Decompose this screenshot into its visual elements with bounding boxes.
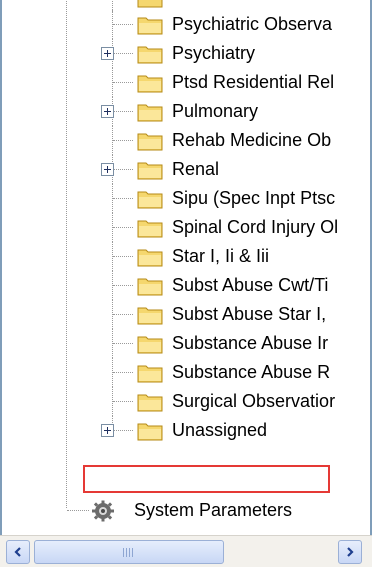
tree-item[interactable]: Unassigned (0, 416, 372, 445)
tree-connector (113, 227, 133, 228)
thumb-grip (123, 548, 124, 557)
tree-connector (67, 510, 89, 511)
folder-icon (137, 220, 163, 238)
tree-connector (113, 343, 133, 344)
tree-parent-connector (66, 0, 67, 508)
tree-connector (113, 53, 133, 54)
arrow-right-icon (347, 547, 354, 557)
tree-item-label: Renal (172, 159, 220, 179)
thumb-grip (129, 548, 130, 557)
scrollbar-thumb[interactable] (34, 540, 224, 564)
tree-connector (113, 285, 133, 286)
folder-icon (137, 191, 163, 209)
tree-item-label: Surgical Observatior (172, 391, 336, 411)
folder-icon (137, 104, 163, 122)
thumb-grip (132, 548, 133, 557)
scroll-left-button[interactable] (6, 540, 30, 564)
tree-item-label: Ptsd Residential Rel (172, 72, 335, 92)
folder-icon (137, 423, 163, 441)
tree-item-label: Unassigned (172, 420, 268, 440)
plus-expander-icon[interactable] (101, 424, 114, 437)
folder-icon (137, 365, 163, 383)
plus-expander-icon[interactable] (101, 105, 114, 118)
tree-connector (113, 372, 133, 373)
tree-connector (113, 430, 133, 431)
folder-icon (137, 336, 163, 354)
tree-item[interactable]: Renal (0, 155, 372, 184)
folder-icon (137, 133, 163, 151)
tree-item[interactable]: Ptsd Residential Rel (0, 68, 372, 97)
folder-icon (137, 307, 163, 325)
tree-item-label: Rehab Medicine Ob (172, 130, 332, 150)
tree-item-label: Pulmonary (172, 101, 259, 121)
tree-connector (113, 24, 133, 25)
tree-connector (113, 256, 133, 257)
tree-item[interactable]: Surgical Observatior (0, 387, 372, 416)
tree-item-label: Star I, Ii & Iii (172, 246, 270, 266)
folder-icon (137, 394, 163, 412)
folder-icon (137, 0, 163, 8)
plus-expander-icon[interactable] (101, 163, 114, 176)
folder-icon (137, 249, 163, 267)
tree-item-label: Substance Abuse R (172, 362, 331, 382)
tree-connector (113, 82, 133, 83)
scroll-right-button[interactable] (338, 540, 362, 564)
folder-icon (137, 278, 163, 296)
tree-item-label: Subst Abuse Star I, (172, 304, 327, 324)
tree-view[interactable]: Psychiatric Observa Psychiatry Ptsd Reside… (0, 0, 372, 535)
tree-item-label: System Parameters (134, 500, 293, 520)
tree-item[interactable]: Subst Abuse Cwt/Ti (0, 271, 372, 300)
arrow-left-icon (14, 547, 21, 557)
tree-connector (113, 169, 133, 170)
tree-item-label: Psychiatry (172, 43, 256, 63)
tree-item[interactable]: Star I, Ii & Iii (0, 242, 372, 271)
tree-item[interactable]: Psychiatry (0, 39, 372, 68)
horizontal-scrollbar[interactable] (0, 535, 372, 567)
tree-connector (113, 140, 133, 141)
selection-highlight-box (83, 465, 330, 493)
folder-icon (137, 17, 163, 35)
tree-item[interactable]: Substance Abuse R (0, 358, 372, 387)
tree-item-label: Subst Abuse Cwt/Ti (172, 275, 329, 295)
gear-icon (92, 500, 114, 522)
tree-connector (113, 401, 133, 402)
tree-item[interactable]: Rehab Medicine Ob (0, 126, 372, 155)
tree-item[interactable]: Subst Abuse Star I, (0, 300, 372, 329)
tree-item-label: Sipu (Spec Inpt Ptsc (172, 188, 336, 208)
folder-icon (137, 75, 163, 93)
tree-item-system-parameters[interactable]: System Parameters (0, 496, 372, 525)
thumb-grip (126, 548, 127, 557)
tree-item-label: Substance Abuse Ir (172, 333, 329, 353)
tree-item[interactable]: Substance Abuse Ir (0, 329, 372, 358)
tree-connector (113, 111, 133, 112)
tree-connector (113, 198, 133, 199)
tree-item-label: Spinal Cord Injury Ol (172, 217, 339, 237)
tree-item-label: Psychiatric Observa (172, 14, 333, 34)
tree-item[interactable]: Psychiatric Observa (0, 10, 372, 39)
folder-icon (137, 46, 163, 64)
tree-item[interactable]: Sipu (Spec Inpt Ptsc (0, 184, 372, 213)
folder-icon (137, 162, 163, 180)
plus-expander-icon[interactable] (101, 47, 114, 60)
tree-connector (113, 314, 133, 315)
tree-item[interactable]: Pulmonary (0, 97, 372, 126)
tree-item[interactable]: Spinal Cord Injury Ol (0, 213, 372, 242)
